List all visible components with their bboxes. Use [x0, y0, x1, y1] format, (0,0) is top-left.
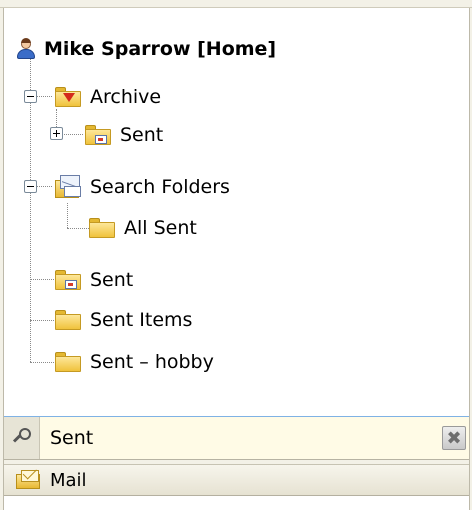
- tree-item-label: Sent: [120, 124, 164, 146]
- tree-item-sent[interactable]: Sent: [54, 265, 133, 295]
- mail-nav-label: Mail: [50, 469, 87, 491]
- search-icon: [12, 427, 33, 449]
- clear-search-button[interactable]: ✖: [442, 426, 466, 450]
- top-border: [0, 0, 472, 8]
- mail-nav-button[interactable]: Mail: [4, 464, 469, 496]
- tree-item-label: Sent: [90, 269, 134, 291]
- search-folders-collapse-toggle[interactable]: [24, 180, 37, 193]
- folder-tree: Mike Sparrow [Home] Archive Sent Search …: [4, 9, 469, 416]
- tree-connector: [30, 362, 56, 363]
- tree-connector: [67, 203, 68, 228]
- sent-folder-icon: [84, 124, 112, 146]
- tree-item-label: Sent Items: [90, 309, 193, 331]
- tree-connector: [37, 186, 52, 187]
- tree-connector: [30, 279, 56, 280]
- account-name: Mike Sparrow [Home]: [44, 38, 277, 60]
- archive-collapse-toggle[interactable]: [24, 90, 37, 103]
- tree-connector: [37, 96, 52, 97]
- search-folders-icon: [54, 174, 82, 200]
- search-input[interactable]: Sent: [50, 427, 93, 449]
- tree-connector: [30, 320, 56, 321]
- sent-folder-icon: [54, 269, 82, 291]
- tree-item-label: Archive: [90, 86, 162, 108]
- folder-icon: [54, 351, 82, 373]
- tree-item-account[interactable]: Mike Sparrow [Home]: [16, 34, 276, 64]
- folder-search-bar: Sent ✖: [4, 416, 469, 460]
- tree-item-archive[interactable]: Archive: [54, 82, 161, 112]
- archive-sent-expand-toggle[interactable]: [50, 127, 63, 140]
- tree-item-sent-hobby[interactable]: Sent – hobby: [54, 347, 214, 377]
- tree-item-search-folders[interactable]: Search Folders: [54, 172, 230, 202]
- tree-connector: [61, 134, 83, 135]
- tree-item-sent-items[interactable]: Sent Items: [54, 305, 192, 335]
- tree-item-label: All Sent: [124, 217, 197, 239]
- tree-connector: [67, 228, 89, 229]
- folder-icon: [88, 217, 116, 239]
- folder-icon: [54, 309, 82, 331]
- user-icon: [16, 38, 36, 60]
- archive-folder-icon: [54, 86, 82, 108]
- tree-item-all-sent[interactable]: All Sent: [88, 213, 197, 243]
- mail-icon: [16, 470, 42, 490]
- bottom-area: [4, 496, 469, 510]
- search-icon-box[interactable]: [4, 417, 40, 459]
- tree-item-label: Sent – hobby: [90, 351, 214, 373]
- close-icon: ✖: [446, 427, 462, 449]
- tree-item-label: Search Folders: [90, 176, 230, 198]
- tree-item-archive-sent[interactable]: Sent: [84, 120, 163, 150]
